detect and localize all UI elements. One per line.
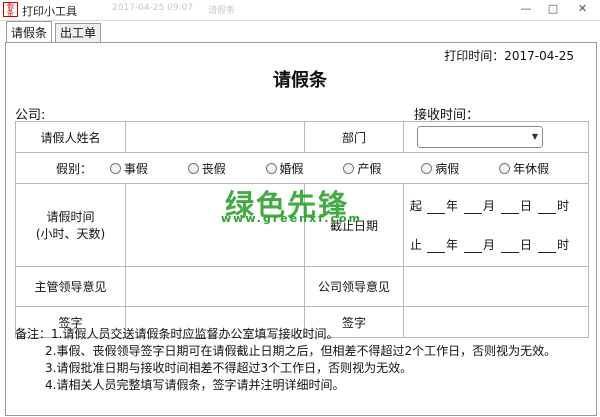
radio-icon	[343, 162, 355, 174]
chevron-down-icon: ▼	[531, 132, 538, 141]
end-label: 止	[410, 238, 423, 252]
radio-label: 婚假	[279, 161, 304, 176]
radio-label: 产假	[357, 161, 382, 176]
hour-label: 时	[557, 238, 570, 252]
note-line: 备注：1.请假人员交送请假条时应监督办公室填写接收时间。	[15, 327, 339, 341]
close-button[interactable]: ✕	[567, 1, 598, 17]
start-month-field[interactable]	[464, 201, 483, 214]
note-line: 4.请相关人员完整填写请假条，签字请并注明详细时间。	[45, 378, 345, 392]
name-label: 请假人姓名	[15, 121, 126, 153]
note-line: 3.请假批准日期与接收时间相差不得超过3个工作日，否则视为无效。	[45, 361, 413, 375]
supervisor-opinion-cell[interactable]	[125, 266, 305, 307]
end-hour-field[interactable]	[538, 240, 557, 253]
background-ghost-text: 2017-04-25 09:07	[112, 3, 194, 13]
radio-icon	[109, 162, 121, 174]
radio-maternity-leave[interactable]: 产假	[343, 162, 381, 176]
radio-sick-leave[interactable]: 病假	[421, 162, 459, 176]
radio-funeral-leave[interactable]: 丧假	[187, 161, 226, 176]
month-label: 月	[483, 238, 496, 252]
leave-time-label-line1: 请假时间	[46, 210, 95, 224]
year-label: 年	[446, 238, 459, 252]
department-label: 部门	[304, 121, 404, 153]
radio-label: 年休假	[513, 161, 550, 176]
day-label: 日	[520, 199, 533, 213]
supervisor-label: 主管领导意见	[15, 266, 126, 307]
end-date-row: 止 年 月 日 时	[404, 236, 588, 253]
leave-form-table: 请假人姓名 部门 ▼ 假别： 事假 丧假 婚假 产假 病假 年休假 请假时间 (…	[15, 121, 589, 338]
name-cell[interactable]	[125, 121, 305, 153]
background-ghost-text: 请假条	[208, 6, 236, 16]
leave-time-label: 请假时间 (小时、天数)	[15, 183, 126, 267]
title-bar: 假条 打印小工具 2017-04-25 09:07 请假条 — □ ✕	[0, 0, 600, 21]
company-leader-label: 公司领导意见	[304, 266, 404, 307]
tab-work-order[interactable]: 出工单	[55, 23, 102, 43]
app-icon: 假条	[3, 2, 18, 17]
window-title: 打印小工具	[22, 5, 77, 18]
start-label: 起	[410, 199, 423, 213]
radio-icon	[265, 162, 277, 174]
leave-type-label: 假别：	[56, 161, 93, 176]
radio-label: 丧假	[201, 161, 226, 176]
radio-annual-leave[interactable]: 年休假	[499, 162, 549, 176]
month-label: 月	[483, 199, 496, 213]
note-line: 2.事假、丧假领导签字日期可在请假截止日期之后，但相差不得超过2个工作日，否则视…	[45, 344, 557, 358]
tab-leave-form[interactable]: 请假条	[6, 21, 53, 44]
radio-marriage-leave[interactable]: 婚假	[265, 161, 304, 176]
end-year-field[interactable]	[427, 240, 446, 253]
date-range-cell: 起 年 月 日 时 止 年 月 日 时	[403, 183, 589, 267]
notes: 备注：1.请假人员交送请假条时应监督办公室填写接收时间。 2.事假、丧假领导签字…	[15, 326, 588, 394]
maximize-button[interactable]: □	[540, 1, 566, 17]
leave-time-label-line2: (小时、天数)	[35, 227, 106, 241]
radio-icon	[187, 162, 199, 174]
watermark-url: www.greenxf.com	[221, 212, 363, 225]
start-hour-field[interactable]	[538, 201, 557, 214]
start-year-field[interactable]	[427, 201, 446, 214]
end-day-field[interactable]	[501, 240, 520, 253]
hour-label: 时	[557, 199, 570, 213]
radio-label: 事假	[123, 161, 148, 176]
end-month-field[interactable]	[464, 240, 483, 253]
leave-type-row: 假别： 事假 丧假 婚假 产假 病假 年休假	[15, 152, 589, 184]
radio-personal-leave[interactable]: 事假	[109, 161, 148, 176]
year-label: 年	[446, 199, 459, 213]
page-title: 请假条	[273, 70, 327, 91]
radio-icon	[499, 162, 511, 174]
company-leader-opinion-cell[interactable]	[403, 266, 589, 307]
department-cell: ▼	[403, 121, 589, 153]
start-day-field[interactable]	[501, 201, 520, 214]
minimize-button[interactable]: —	[513, 1, 539, 17]
department-select[interactable]: ▼	[417, 126, 543, 148]
start-date-row: 起 年 月 日 时	[404, 197, 588, 214]
tab-bar: 请假条 出工单	[0, 21, 600, 44]
radio-icon	[421, 162, 433, 174]
radio-label: 病假	[435, 161, 460, 176]
print-time: 打印时间：2017-04-25	[444, 49, 574, 63]
day-label: 日	[520, 238, 533, 252]
